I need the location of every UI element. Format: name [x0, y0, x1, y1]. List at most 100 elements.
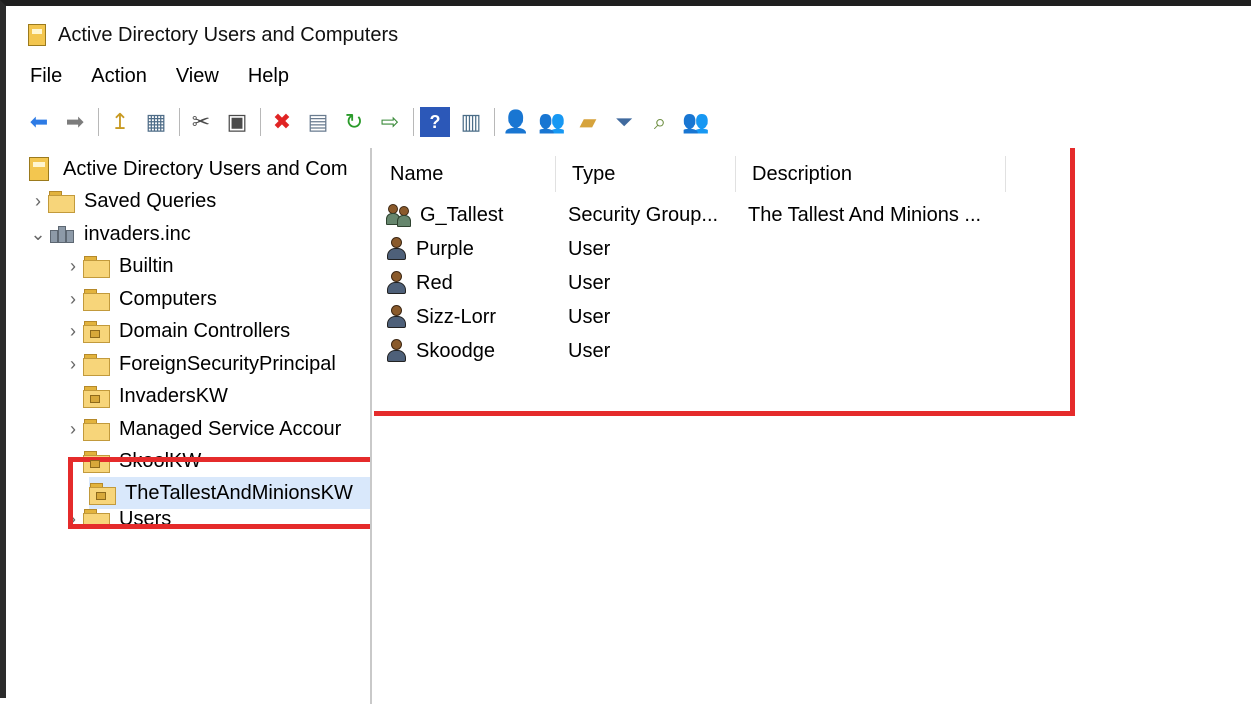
tree-item-label: Computers [119, 287, 217, 310]
list-item[interactable]: Purple User [374, 232, 1004, 266]
type-cell: User [568, 305, 611, 328]
refresh-icon[interactable]: ↻ [339, 107, 369, 137]
delegate-control-icon[interactable]: 👥 [681, 107, 711, 137]
find-glyph: ⌕ [653, 109, 667, 134]
organizational-unit-icon [83, 386, 110, 408]
list-header: Name Type Description [374, 156, 1251, 192]
column-header-description[interactable]: Description [736, 156, 1006, 192]
name-cell: G_Tallest [374, 203, 554, 227]
tree-item-thetallestandminionskw[interactable]: TheTallestAndMinionsKW [89, 477, 370, 509]
chevron-right-icon[interactable]: › [63, 289, 83, 310]
toolbar-separator [413, 108, 414, 136]
organizational-unit-icon [89, 483, 116, 505]
window-title: Active Directory Users and Computers [58, 23, 399, 46]
show-hide-console-tree-icon[interactable]: ▦ [141, 107, 171, 137]
tree-item-builtin[interactable]: › Builtin [63, 250, 173, 282]
tree-item-skoolkw[interactable]: SkoolKW [83, 445, 201, 477]
type-cell: User [568, 271, 611, 294]
new-user-icon[interactable]: 👤 [501, 107, 531, 137]
tree-item-invaders-inc[interactable]: ⌄ invaders.inc [28, 218, 190, 250]
help-icon[interactable]: ? [420, 107, 450, 137]
column-header-name-label: Name [390, 162, 444, 185]
list-item[interactable]: Red User [374, 266, 1004, 300]
cut-icon[interactable]: ✂ [186, 107, 216, 137]
chevron-right-icon[interactable]: › [63, 321, 83, 342]
user-icon [386, 305, 408, 329]
toolbar-separator [494, 108, 495, 136]
cut-glyph: ✂ [191, 109, 211, 134]
name-cell: Red [374, 271, 554, 295]
export-list-glyph: ⇨ [380, 109, 400, 134]
new-group-icon[interactable]: 👥 [537, 107, 567, 137]
tree-item-saved-queries[interactable]: › Saved Queries [28, 185, 216, 217]
tree-item-managed-service-accounts[interactable]: › Managed Service Accour [63, 413, 341, 445]
column-header-type[interactable]: Type [556, 156, 736, 192]
tree-item-label: Managed Service Accour [119, 417, 342, 440]
tree-item-label: Builtin [119, 254, 174, 277]
new-user-glyph: 👤 [502, 109, 530, 134]
toolbar: ⬅ ➡ ↥ ▦ ✂ ▣ ✖ ▤ ↻ ⇨ ? ▥ 👤 👥 ▰ ⏷ ⌕ 👥 [12, 99, 1251, 145]
mmc-window: Active Directory Users and Computers Fil… [0, 0, 1251, 704]
chevron-right-icon[interactable]: › [63, 509, 83, 529]
chevron-down-icon[interactable]: ⌄ [28, 224, 48, 245]
up-folder-glyph: ↥ [110, 109, 130, 134]
name-cell: Sizz-Lorr [374, 305, 554, 329]
list-item[interactable]: Sizz-Lorr User [374, 300, 1004, 334]
filter-icon[interactable]: ⏷ [609, 107, 639, 137]
tree-item-computers[interactable]: › Computers [63, 283, 217, 315]
list-item[interactable]: G_Tallest Security Group... The Tallest … [374, 198, 1004, 232]
menu-view[interactable]: View [176, 65, 219, 88]
tree-item-users[interactable]: › Users [63, 509, 171, 529]
name-text: Purple [416, 237, 474, 260]
tree-item-label: Domain Controllers [119, 319, 291, 342]
tree-item-invaderskw[interactable]: InvadersKW [83, 380, 228, 412]
back-arrow-icon[interactable]: ⬅ [24, 107, 54, 137]
name-text: Skoodge [416, 339, 495, 362]
export-list-icon[interactable]: ⇨ [375, 107, 405, 137]
tree-root[interactable]: Active Directory Users and Com [29, 153, 348, 185]
column-header-name[interactable]: Name [374, 156, 556, 192]
folder-icon [48, 191, 75, 213]
tree-root-label: Active Directory Users and Com [63, 157, 348, 180]
user-icon [386, 237, 408, 261]
toolbar-separator [179, 108, 180, 136]
menu-help[interactable]: Help [248, 65, 289, 88]
delete-glyph: ✖ [272, 109, 292, 134]
active-directory-icon [29, 157, 49, 181]
find-icon[interactable]: ⌕ [645, 107, 675, 137]
user-icon [386, 339, 408, 363]
folder-icon [83, 509, 110, 529]
chevron-right-icon[interactable]: › [28, 191, 48, 212]
properties-icon[interactable]: ▤ [303, 107, 333, 137]
new-ou-icon[interactable]: ▰ [573, 107, 603, 137]
tree-item-label: InvadersKW [119, 384, 228, 407]
menu-action[interactable]: Action [91, 65, 147, 88]
back-arrow-glyph: ⬅ [29, 109, 49, 134]
tree-item-domain-controllers[interactable]: › Domain Controllers [63, 315, 290, 347]
tree-item-label: SkoolKW [119, 449, 202, 472]
tree-item-foreign-security-principals[interactable]: › ForeignSecurityPrincipal [63, 348, 336, 380]
name-text: Sizz-Lorr [416, 305, 497, 328]
delete-icon[interactable]: ✖ [267, 107, 297, 137]
up-folder-icon[interactable]: ↥ [105, 107, 135, 137]
action-pane-icon[interactable]: ▥ [456, 107, 486, 137]
active-directory-icon [28, 24, 46, 46]
new-group-glyph: 👥 [538, 109, 566, 134]
chevron-right-icon[interactable]: › [63, 256, 83, 277]
new-ou-glyph: ▰ [579, 109, 597, 134]
title-bar: Active Directory Users and Computers [12, 12, 1251, 58]
folder-icon [83, 419, 110, 441]
domain-icon [48, 223, 76, 245]
name-text: Red [416, 271, 453, 294]
column-header-type-label: Type [572, 162, 616, 185]
list-item[interactable]: Skoodge User [374, 334, 1004, 368]
menu-bar: File Action View Help [12, 58, 1251, 94]
menu-file[interactable]: File [30, 65, 62, 88]
refresh-glyph: ↻ [344, 109, 364, 134]
chevron-right-icon[interactable]: › [63, 354, 83, 375]
name-cell: Skoodge [374, 339, 554, 363]
chevron-right-icon[interactable]: › [63, 419, 83, 440]
forward-arrow-icon[interactable]: ➡ [60, 107, 90, 137]
folder-icon [83, 354, 110, 376]
copy-icon[interactable]: ▣ [222, 107, 252, 137]
